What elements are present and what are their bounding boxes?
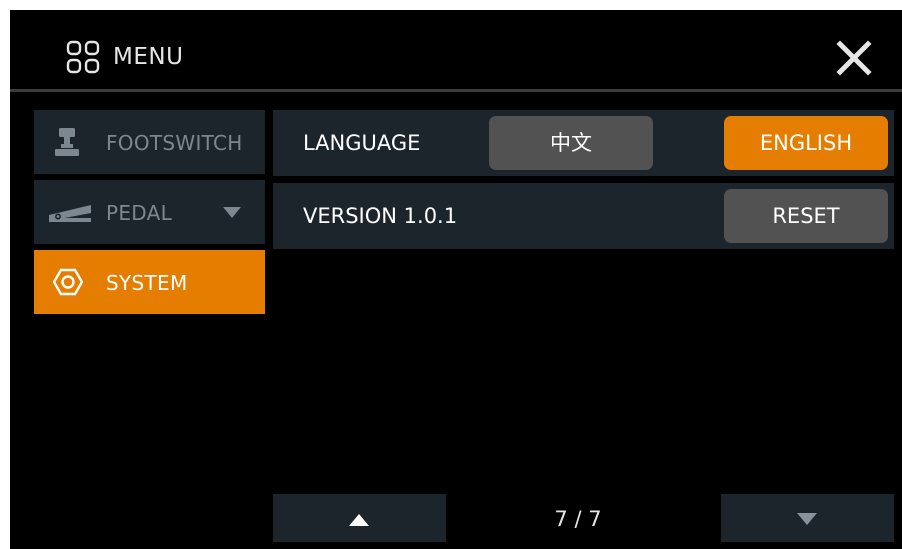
close-button[interactable] xyxy=(836,40,872,76)
hexagon-settings-icon xyxy=(52,250,84,314)
sidebar-item-label: PEDAL xyxy=(106,201,173,225)
language-english-button[interactable]: ENGLISH xyxy=(724,116,888,170)
page-indicator: 7 / 7 xyxy=(554,507,602,531)
language-chinese-button[interactable]: 中文 xyxy=(489,116,653,170)
sidebar-item-label: FOOTSWITCH xyxy=(106,131,243,155)
header-divider xyxy=(10,89,902,92)
chevron-down-icon[interactable] xyxy=(220,180,244,244)
language-row: LANGUAGE 中文 ENGLISH xyxy=(273,110,894,176)
sidebar-item-pedal[interactable]: PEDAL xyxy=(34,180,265,244)
triangle-up-icon xyxy=(349,514,369,526)
reset-button[interactable]: RESET xyxy=(724,189,888,243)
sidebar-item-footswitch[interactable]: FOOTSWITCH xyxy=(34,110,265,174)
grid-icon xyxy=(66,40,100,74)
triangle-down-icon xyxy=(797,513,817,525)
header: MENU xyxy=(10,10,902,92)
footswitch-icon xyxy=(52,110,82,174)
page-up-button[interactable] xyxy=(273,494,446,542)
page-down-button[interactable] xyxy=(721,494,894,542)
pedal-icon xyxy=(46,180,94,244)
device-screen: MENU FOOTSWITCH PEDAL SYSTEM LANGUAGE 中文… xyxy=(10,10,902,549)
page-title: MENU xyxy=(113,44,184,70)
sidebar-item-label: SYSTEM xyxy=(106,271,188,295)
sidebar-item-system[interactable]: SYSTEM xyxy=(34,250,265,314)
close-icon xyxy=(836,40,872,76)
version-row: VERSION 1.0.1 RESET xyxy=(273,183,894,249)
version-label: VERSION 1.0.1 xyxy=(303,204,458,228)
language-label: LANGUAGE xyxy=(303,131,421,155)
